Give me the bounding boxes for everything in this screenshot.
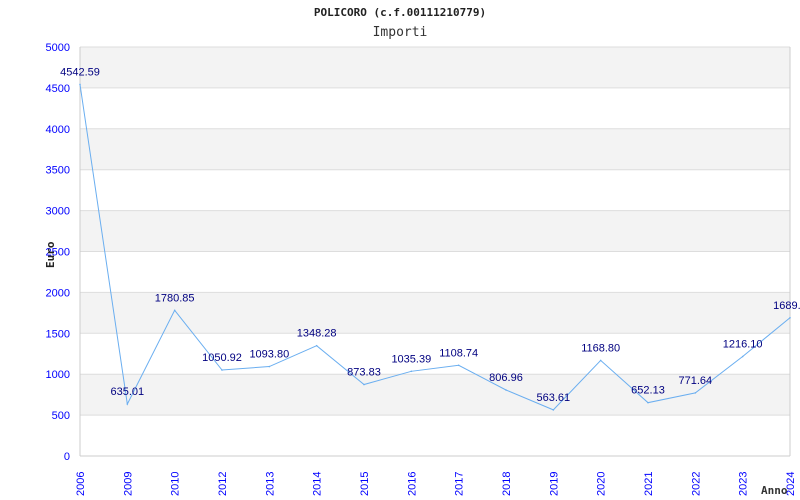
data-label: 1689.7 [773, 300, 800, 312]
y-tick-label: 4500 [46, 83, 70, 95]
line-chart: 0500100015002000250030003500400045005000… [44, 42, 800, 497]
x-tick-label: 2021 [643, 472, 655, 496]
x-tick-label: 2022 [690, 472, 702, 496]
data-label: 873.83 [347, 367, 381, 379]
x-tick-label: 2020 [596, 472, 608, 496]
data-point [647, 401, 649, 404]
y-tick-label: 3000 [46, 206, 70, 218]
data-point [363, 383, 365, 386]
data-label: 1168.80 [581, 342, 620, 354]
y-tick-label: 3500 [46, 165, 70, 177]
x-tick-label: 2019 [548, 472, 560, 496]
data-point [599, 359, 602, 362]
grid-band [80, 210, 790, 252]
x-tick-label: 2012 [217, 472, 229, 496]
data-point [789, 316, 791, 319]
y-tick-label: 1500 [46, 328, 70, 340]
y-tick-label: 2000 [46, 287, 70, 299]
y-tick-label: 4000 [46, 124, 70, 136]
data-point [694, 392, 697, 394]
data-point [410, 370, 413, 373]
data-point [552, 409, 555, 411]
data-label: 1093.80 [249, 349, 289, 361]
data-label: 1050.92 [202, 352, 242, 364]
data-point [126, 403, 129, 405]
y-tick-label: 500 [52, 410, 70, 422]
data-label: 1780.85 [155, 292, 195, 304]
grid-band [80, 47, 790, 88]
x-tick-label: 2023 [738, 472, 750, 496]
x-tick-label: 2009 [122, 472, 134, 496]
data-point [221, 369, 223, 371]
x-tick-label: 2014 [312, 472, 324, 496]
data-label: 1108.74 [439, 347, 478, 359]
x-tick-label: 2015 [359, 472, 371, 496]
x-axis-title: Anno [761, 484, 788, 497]
data-label: 771.64 [679, 375, 713, 387]
y-tick-label: 5000 [46, 42, 70, 54]
x-tick-label: 2010 [170, 472, 182, 496]
data-label: 1216.10 [723, 339, 763, 351]
x-tick-label: 2006 [75, 472, 87, 496]
data-label: 1348.28 [297, 328, 337, 340]
x-tick-label: 2018 [501, 472, 513, 496]
data-point [505, 389, 507, 391]
x-tick-label: 2016 [406, 472, 418, 496]
data-point [173, 309, 176, 312]
data-point [79, 83, 81, 86]
x-tick-label: 2017 [454, 472, 466, 496]
data-point [457, 364, 460, 367]
data-label: 635.01 [111, 386, 145, 398]
data-label: 4542.59 [60, 66, 100, 78]
y-axis-title: Euro [44, 241, 57, 268]
grid-band [80, 128, 790, 170]
data-point [315, 344, 318, 347]
data-label: 806.96 [489, 372, 523, 384]
y-tick-label: 0 [64, 451, 70, 463]
x-tick-label: 2013 [264, 472, 276, 496]
data-label: 563.61 [537, 392, 571, 404]
data-label: 652.13 [631, 385, 665, 397]
data-label: 1035.39 [391, 353, 431, 365]
data-point [268, 365, 271, 368]
data-point [741, 355, 744, 358]
y-tick-label: 1000 [46, 369, 70, 381]
